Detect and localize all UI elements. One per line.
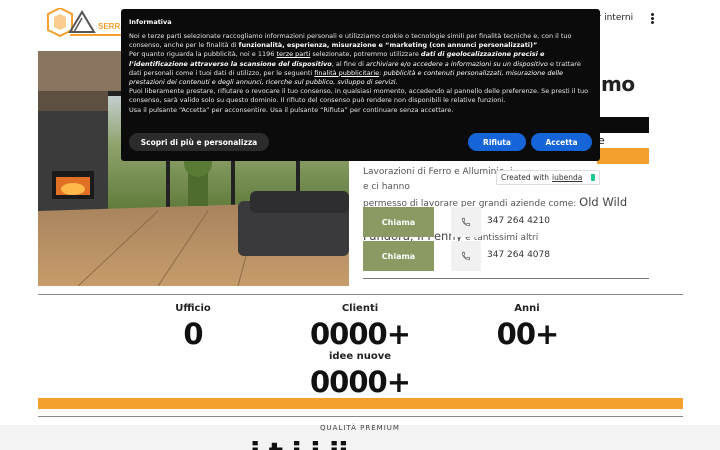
divider bbox=[38, 294, 683, 295]
cookie-banner: Informativa Noi e terze parti selezionat… bbox=[121, 9, 600, 161]
iubenda-link[interactable]: iubenda bbox=[552, 173, 582, 182]
learn-more-button[interactable]: Scopri di più e personalizza bbox=[129, 133, 269, 151]
divider bbox=[38, 416, 683, 417]
highlight-bar-orange bbox=[597, 148, 649, 164]
phone-number-2[interactable]: 347 264 4078 bbox=[487, 250, 550, 260]
stat-value-idee: 0000+ bbox=[309, 365, 411, 399]
stat-value-anni: 00+ bbox=[496, 317, 560, 351]
accept-button[interactable]: Accetta bbox=[531, 133, 592, 151]
stat-label-ufficio: Ufficio bbox=[175, 303, 211, 314]
cookie-text-3: Puoi liberamente prestare, rifiutare o r… bbox=[129, 87, 589, 105]
desc-line1: Lavorazioni di Ferro e Alluminio, i bbox=[363, 167, 513, 177]
stat-label-anni: Anni bbox=[514, 303, 540, 314]
cookie-text-4: Usa il pulsante “Accetta” per acconsenti… bbox=[129, 105, 454, 114]
cookie-text-1-bold: funzionalità, esperienza, misurazione e … bbox=[238, 41, 538, 50]
phone-icon bbox=[451, 207, 481, 237]
section-eyebrow: QUALITÀ PREMIUM bbox=[320, 424, 400, 432]
kebab-menu-icon[interactable] bbox=[648, 12, 656, 26]
call-button-2[interactable]: Chiama bbox=[363, 241, 434, 271]
stat-label-clienti: Clienti bbox=[341, 303, 379, 314]
company-logo[interactable]: SERRA bbox=[44, 6, 126, 42]
advertising-purposes-link[interactable]: finalità pubblicitarie bbox=[314, 69, 379, 77]
stat-label-idee: idee nuove bbox=[328, 351, 392, 362]
third-parties-link[interactable]: terze parti bbox=[276, 50, 310, 58]
call-button-1[interactable]: Chiama bbox=[363, 207, 434, 237]
phone-icon bbox=[451, 241, 481, 271]
reject-button[interactable]: Rifiuta bbox=[468, 133, 526, 151]
cookie-title: Informativa bbox=[129, 18, 172, 26]
stat-value-ufficio: 0 bbox=[183, 317, 203, 351]
stat-value-clienti: 0000+ bbox=[309, 317, 411, 351]
cookie-text-2: Per quanto riguarda la pubblicità, noi e… bbox=[129, 50, 277, 59]
phone-number-1[interactable]: 347 264 4210 bbox=[487, 216, 550, 226]
desc-line1-tail: e ci hanno bbox=[363, 182, 410, 192]
iubenda-prefix: Created with bbox=[501, 173, 549, 182]
highlight-bar-black bbox=[598, 117, 649, 133]
cookie-text-2c: , al fine di bbox=[331, 59, 367, 68]
cookie-text: Noi e terze parti selezionate raccogliam… bbox=[129, 32, 592, 115]
cookie-text-2-italic2: archiviare e/o accedere a informazioni s… bbox=[366, 59, 548, 68]
divider bbox=[363, 278, 649, 279]
accent-strip bbox=[38, 398, 683, 409]
iubenda-badge[interactable]: Created with iubenda bbox=[496, 170, 600, 185]
iubenda-logo-icon bbox=[591, 174, 595, 181]
section-heading: i t i i ii bbox=[250, 437, 349, 450]
cookie-text-2b: selezionate, potremmo utilizzare bbox=[310, 50, 421, 59]
